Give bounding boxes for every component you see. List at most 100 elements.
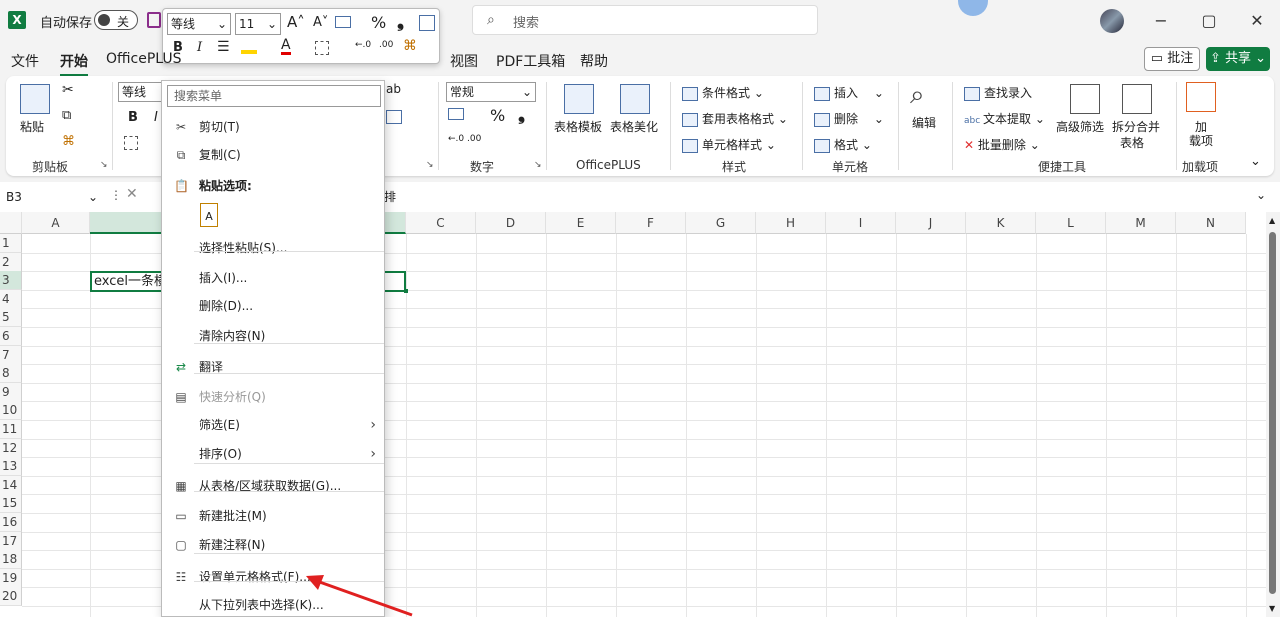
- text-extract-button[interactable]: abc 文本提取 ⌄: [964, 110, 1045, 127]
- format-button[interactable]: 格式 ⌄: [814, 136, 872, 153]
- cut-icon[interactable]: ✂: [62, 82, 74, 98]
- row-header-20[interactable]: 20: [0, 587, 22, 607]
- delete-button[interactable]: 删除 ⌄: [814, 110, 884, 127]
- context-search-input[interactable]: 搜索菜单: [167, 85, 381, 107]
- table-template-icon[interactable]: [564, 84, 594, 114]
- menu-item-quick-analysis[interactable]: ▤ 快速分析(Q): [162, 384, 384, 410]
- column-header-f[interactable]: F: [616, 212, 686, 234]
- row-header-15[interactable]: 15: [0, 494, 22, 514]
- merge-icon[interactable]: [386, 110, 402, 124]
- launcher-icon[interactable]: ↘: [426, 160, 434, 170]
- copy-icon[interactable]: ⧉: [62, 108, 71, 123]
- menu-item-new-comment[interactable]: ▭ 新建批注(M): [162, 503, 384, 529]
- row-header-5[interactable]: 5: [0, 308, 22, 328]
- row-header-13[interactable]: 13: [0, 457, 22, 477]
- avatar[interactable]: [1100, 9, 1124, 33]
- search-icon[interactable]: ⌕: [910, 80, 925, 111]
- conditional-format-button[interactable]: 条件格式 ⌄: [682, 84, 764, 101]
- row-header-16[interactable]: 16: [0, 513, 22, 532]
- row-header-3[interactable]: 3: [0, 271, 22, 291]
- name-box[interactable]: B3 ⌄: [2, 186, 102, 208]
- row-header-19[interactable]: 19: [0, 568, 22, 588]
- font-name-select[interactable]: 等线: [118, 82, 162, 102]
- menu-item-cut[interactable]: ✂ 剪切(T): [162, 114, 384, 140]
- split-merge-button-line2[interactable]: 表格: [1120, 134, 1144, 151]
- batch-delete-button[interactable]: ✕ 批量删除 ⌄: [964, 136, 1040, 153]
- table-template-button[interactable]: 表格模板: [554, 118, 602, 135]
- autosave-toggle[interactable]: 关: [94, 10, 138, 30]
- tab-officeplus[interactable]: OfficePLUS: [106, 51, 182, 67]
- launcher-icon[interactable]: ↘: [100, 160, 108, 170]
- accounting-format-icon[interactable]: [448, 108, 464, 120]
- menu-item-clear-contents[interactable]: 清除内容(N): [162, 323, 384, 349]
- column-header-m[interactable]: M: [1106, 212, 1176, 234]
- menu-item-get-data-from-table[interactable]: ▦ 从表格/区域获取数据(G)...: [162, 473, 384, 499]
- vertical-scrollbar[interactable]: ▲ ▼: [1266, 212, 1280, 617]
- menu-item-copy[interactable]: ⧉ 复制(C): [162, 142, 384, 168]
- mini-font-select[interactable]: 等线 ⌄: [167, 13, 231, 35]
- paste-icon[interactable]: [20, 84, 50, 114]
- row-header-6[interactable]: 6: [0, 327, 22, 346]
- collapse-ribbon-icon[interactable]: ⌄: [1250, 154, 1261, 169]
- column-header-l[interactable]: L: [1036, 212, 1106, 234]
- column-header-c[interactable]: C: [406, 212, 476, 234]
- row-header-7[interactable]: 7: [0, 345, 22, 365]
- column-header-k[interactable]: K: [966, 212, 1036, 234]
- editing-button[interactable]: 编辑: [912, 114, 936, 131]
- row-header-4[interactable]: 4: [0, 289, 22, 309]
- expand-formula-icon[interactable]: ⌄: [1256, 188, 1266, 202]
- column-header-a[interactable]: A: [22, 212, 90, 234]
- paste-button[interactable]: 粘贴: [20, 118, 44, 135]
- paste-keep-source-icon[interactable]: A: [200, 203, 218, 227]
- format-painter-icon[interactable]: ⌘: [62, 134, 75, 149]
- row-header-10[interactable]: 10: [0, 401, 22, 421]
- launcher-icon[interactable]: ↘: [534, 160, 542, 170]
- number-format-select[interactable]: 常规 ⌄: [446, 82, 536, 102]
- bold-button[interactable]: B: [128, 110, 138, 125]
- row-header-2[interactable]: 2: [0, 252, 22, 272]
- restore-button[interactable]: ▢: [1194, 8, 1224, 34]
- tab-help[interactable]: 帮助: [580, 51, 608, 71]
- scroll-down-icon[interactable]: ▼: [1269, 604, 1275, 613]
- italic-button[interactable]: I: [154, 110, 158, 125]
- search-box[interactable]: ⌕ 搜索: [472, 5, 818, 35]
- menu-item-new-note[interactable]: ▢ 新建注释(N): [162, 532, 384, 558]
- comma-style-icon[interactable]: ❟: [397, 11, 404, 32]
- split-merge-button[interactable]: 拆分合并: [1112, 118, 1160, 135]
- cancel-icon[interactable]: ✕: [126, 186, 138, 202]
- row-header-1[interactable]: 1: [0, 234, 22, 253]
- row-header-8[interactable]: 8: [0, 364, 22, 384]
- row-header-14[interactable]: 14: [0, 475, 22, 495]
- addins-button-line2[interactable]: 载项: [1189, 132, 1213, 149]
- scroll-up-icon[interactable]: ▲: [1269, 216, 1275, 225]
- column-header-e[interactable]: E: [546, 212, 616, 234]
- lookup-button[interactable]: 查找录入: [964, 84, 1032, 101]
- grow-font-icon[interactable]: A˄: [287, 13, 305, 31]
- menu-item-delete[interactable]: 删除(D)...: [162, 293, 384, 319]
- column-header-g[interactable]: G: [686, 212, 756, 234]
- merge-center-icon[interactable]: [419, 15, 435, 31]
- insert-button[interactable]: 插入 ⌄: [814, 84, 884, 101]
- cell-style-button[interactable]: 单元格样式 ⌄: [682, 136, 776, 153]
- column-header-i[interactable]: I: [826, 212, 896, 234]
- mini-size-select[interactable]: 11 ⌄: [235, 13, 281, 35]
- menu-item-translate[interactable]: ⇄ 翻译: [162, 354, 384, 380]
- table-beautify-icon[interactable]: [620, 84, 650, 114]
- row-header-11[interactable]: 11: [0, 420, 22, 439]
- row-header-9[interactable]: 9: [0, 382, 22, 402]
- minimize-button[interactable]: −: [1146, 8, 1176, 34]
- fill-handle[interactable]: [404, 289, 408, 293]
- tab-file[interactable]: 文件: [11, 51, 39, 71]
- column-header-d[interactable]: D: [476, 212, 546, 234]
- close-button[interactable]: ✕: [1242, 8, 1272, 34]
- menu-item-filter[interactable]: 筛选(E) ›: [162, 412, 384, 438]
- save-icon[interactable]: [147, 12, 161, 28]
- column-header-n[interactable]: N: [1176, 212, 1246, 234]
- menu-item-paste-special[interactable]: 选择性粘贴(S)...: [162, 235, 384, 261]
- row-header-18[interactable]: 18: [0, 550, 22, 570]
- table-format-button[interactable]: 套用表格格式 ⌄: [682, 110, 788, 127]
- borders-icon[interactable]: [124, 136, 138, 150]
- table-beautify-button[interactable]: 表格美化: [610, 118, 658, 135]
- tab-home[interactable]: 开始: [60, 51, 88, 77]
- tab-view[interactable]: 视图: [450, 51, 478, 71]
